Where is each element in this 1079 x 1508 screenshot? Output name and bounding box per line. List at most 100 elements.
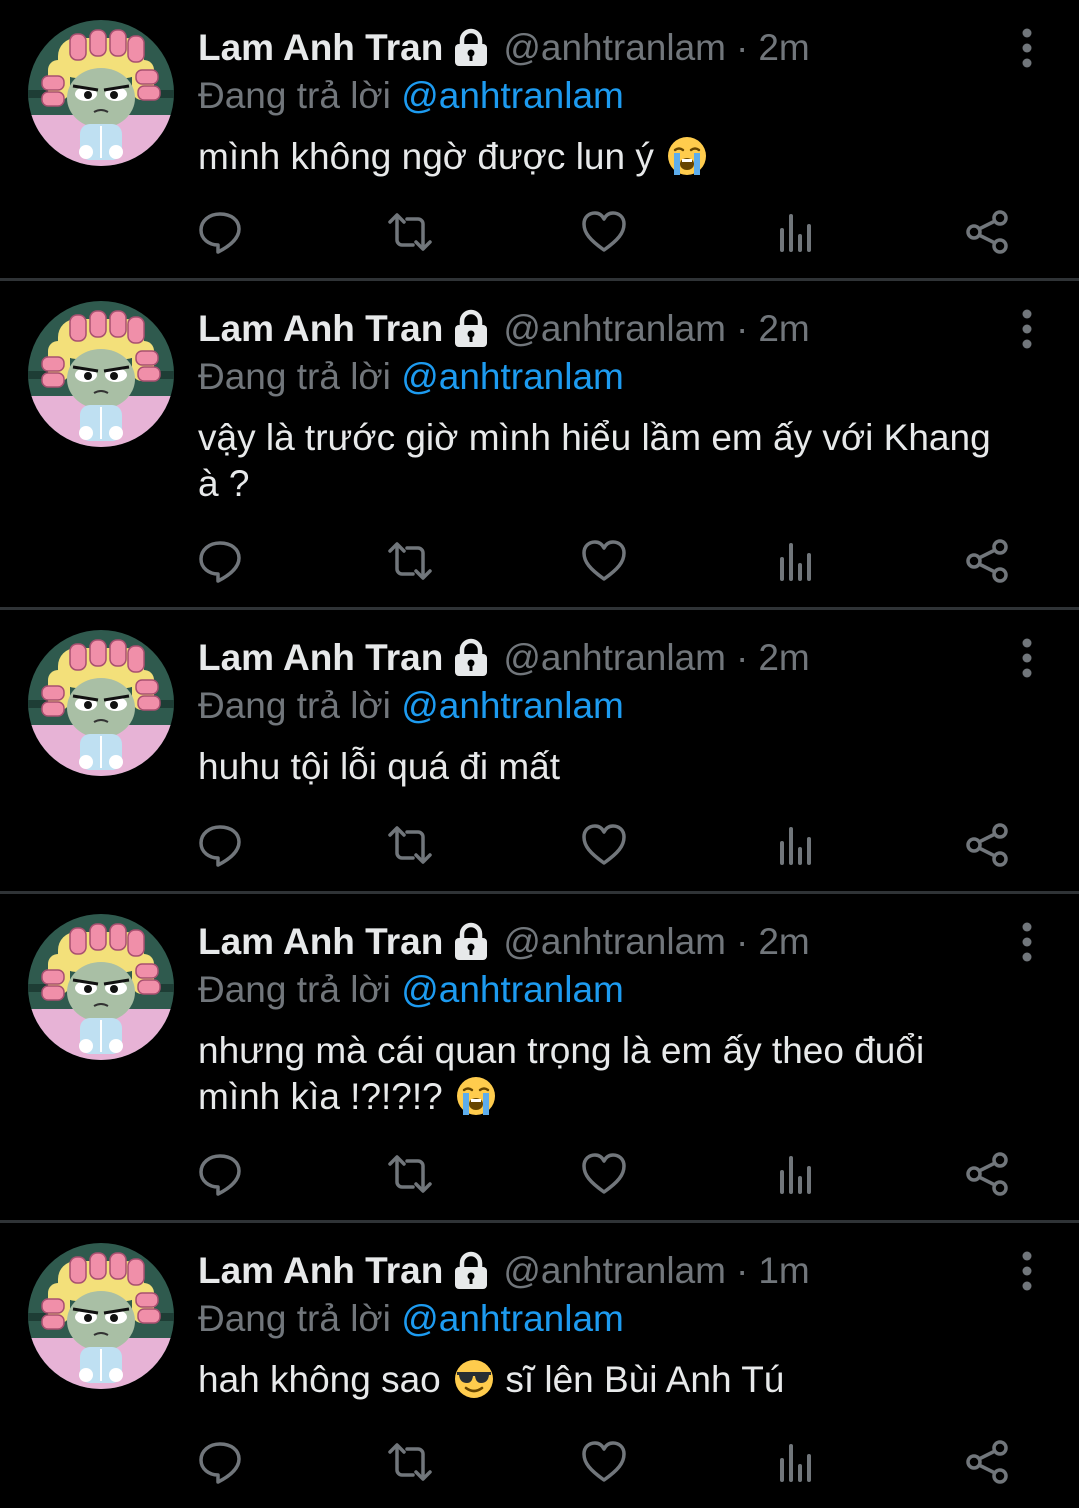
- tweet-text-before: hah không sao: [198, 1359, 452, 1400]
- more-vertical-icon[interactable]: [1021, 1251, 1033, 1291]
- avatar[interactable]: [28, 630, 174, 776]
- mention-link[interactable]: @anhtranlam: [401, 685, 624, 726]
- loudly-crying-face-emoji-icon: [666, 135, 708, 177]
- timestamp[interactable]: 1m: [758, 1250, 809, 1292]
- user-handle[interactable]: @anhtranlam: [503, 308, 726, 350]
- analytics-icon[interactable]: [772, 537, 820, 585]
- tweet-header: Lam Anh Tran @anhtranlam · 2m: [198, 634, 1039, 682]
- timestamp[interactable]: 2m: [758, 637, 809, 679]
- mention-link[interactable]: @anhtranlam: [401, 969, 624, 1010]
- avatar[interactable]: [28, 20, 174, 166]
- tweet-text-body: mình không ngờ được lun ý: [198, 136, 665, 177]
- tweet[interactable]: Lam Anh Tran @anhtranlam · 2m Đang trả l…: [0, 894, 1079, 1223]
- mention-link[interactable]: @anhtranlam: [401, 75, 624, 116]
- action-bar: [196, 1150, 1013, 1198]
- reply-icon[interactable]: [196, 537, 244, 585]
- lock-icon: [451, 309, 491, 349]
- separator-dot: ·: [736, 308, 749, 349]
- tweet-text-body: vậy là trước giờ mình hiểu lầm em ấy với…: [198, 417, 991, 504]
- user-handle[interactable]: @anhtranlam: [503, 921, 726, 963]
- mention-link[interactable]: @anhtranlam: [401, 1298, 624, 1339]
- reply-icon[interactable]: [196, 1150, 244, 1198]
- tweet-content: Lam Anh Tran @anhtranlam · 2m Đang trả l…: [198, 634, 1039, 790]
- tweet[interactable]: Lam Anh Tran @anhtranlam · 1m Đang trả l…: [0, 1223, 1079, 1508]
- tweet-header: Lam Anh Tran @anhtranlam · 2m: [198, 918, 1039, 966]
- action-bar: [196, 821, 1013, 869]
- share-icon[interactable]: [964, 208, 1012, 256]
- more-vertical-icon[interactable]: [1021, 28, 1033, 68]
- avatar[interactable]: [28, 301, 174, 447]
- user-handle[interactable]: @anhtranlam: [503, 1250, 726, 1292]
- reply-icon[interactable]: [196, 1438, 244, 1486]
- display-name[interactable]: Lam Anh Tran: [198, 921, 443, 963]
- share-icon[interactable]: [964, 537, 1012, 585]
- replying-prefix: Đang trả lời: [198, 969, 402, 1010]
- tweet[interactable]: Lam Anh Tran @anhtranlam · 2m Đang trả l…: [0, 610, 1079, 894]
- retweet-icon[interactable]: [386, 821, 434, 869]
- tweet-text-body: nhưng mà cái quan trọng là em ấy theo đu…: [198, 1030, 925, 1117]
- share-icon[interactable]: [964, 1150, 1012, 1198]
- heart-icon[interactable]: [580, 537, 628, 585]
- replying-prefix: Đang trả lời: [198, 75, 402, 116]
- tweet-text: huhu tội lỗi quá đi mất: [198, 744, 1039, 790]
- tweet-content: Lam Anh Tran @anhtranlam · 2m Đang trả l…: [198, 918, 1039, 1120]
- tweet-text-body: huhu tội lỗi quá đi mất: [198, 746, 561, 787]
- tweet[interactable]: Lam Anh Tran @anhtranlam · 2m Đang trả l…: [0, 281, 1079, 610]
- timestamp[interactable]: 2m: [758, 27, 809, 69]
- tweet-content: Lam Anh Tran @anhtranlam · 1m Đang trả l…: [198, 1247, 1039, 1403]
- retweet-icon[interactable]: [386, 1438, 434, 1486]
- analytics-icon[interactable]: [772, 821, 820, 869]
- analytics-icon[interactable]: [772, 1438, 820, 1486]
- analytics-icon[interactable]: [772, 1150, 820, 1198]
- separator-dot: ·: [736, 637, 749, 678]
- tweet-text: mình không ngờ được lun ý: [198, 134, 1039, 180]
- heart-icon[interactable]: [580, 208, 628, 256]
- replying-to: Đang trả lời @anhtranlam: [198, 682, 1039, 730]
- retweet-icon[interactable]: [386, 537, 434, 585]
- user-handle[interactable]: @anhtranlam: [503, 27, 726, 69]
- display-name[interactable]: Lam Anh Tran: [198, 637, 443, 679]
- replying-prefix: Đang trả lời: [198, 356, 402, 397]
- retweet-icon[interactable]: [386, 1150, 434, 1198]
- reply-icon[interactable]: [196, 208, 244, 256]
- timestamp[interactable]: 2m: [758, 921, 809, 963]
- replying-to: Đang trả lời @anhtranlam: [198, 72, 1039, 120]
- tweet-content: Lam Anh Tran @anhtranlam · 2m Đang trả l…: [198, 305, 1039, 507]
- heart-icon[interactable]: [580, 1150, 628, 1198]
- separator-dot: ·: [736, 921, 749, 962]
- share-icon[interactable]: [964, 1438, 1012, 1486]
- action-bar: [196, 208, 1013, 256]
- action-bar: [196, 537, 1013, 585]
- share-icon[interactable]: [964, 821, 1012, 869]
- more-vertical-icon[interactable]: [1021, 309, 1033, 349]
- tweet[interactable]: Lam Anh Tran @anhtranlam · 2m Đang trả l…: [0, 0, 1079, 281]
- lock-icon: [451, 638, 491, 678]
- user-handle[interactable]: @anhtranlam: [503, 637, 726, 679]
- tweet-text: hah không sao sĩ lên Bùi Anh Tú: [198, 1357, 1039, 1403]
- timestamp[interactable]: 2m: [758, 308, 809, 350]
- lock-icon: [451, 1251, 491, 1291]
- tweet-text: vậy là trước giờ mình hiểu lầm em ấy với…: [198, 415, 1039, 507]
- lock-icon: [451, 922, 491, 962]
- avatar[interactable]: [28, 1243, 174, 1389]
- tweet-feed: Lam Anh Tran @anhtranlam · 2m Đang trả l…: [0, 0, 1079, 1508]
- replying-to: Đang trả lời @anhtranlam: [198, 966, 1039, 1014]
- display-name[interactable]: Lam Anh Tran: [198, 1250, 443, 1292]
- display-name[interactable]: Lam Anh Tran: [198, 308, 443, 350]
- reply-icon[interactable]: [196, 821, 244, 869]
- retweet-icon[interactable]: [386, 208, 434, 256]
- avatar[interactable]: [28, 914, 174, 1060]
- smiling-face-with-sunglasses-emoji-icon: [453, 1358, 495, 1400]
- more-vertical-icon[interactable]: [1021, 638, 1033, 678]
- heart-icon[interactable]: [580, 821, 628, 869]
- loudly-crying-face-emoji-icon: [455, 1075, 497, 1117]
- display-name[interactable]: Lam Anh Tran: [198, 27, 443, 69]
- tweet-header: Lam Anh Tran @anhtranlam · 2m: [198, 305, 1039, 353]
- more-vertical-icon[interactable]: [1021, 922, 1033, 962]
- tweet-text-after: sĩ lên Bùi Anh Tú: [495, 1359, 785, 1400]
- replying-prefix: Đang trả lời: [198, 1298, 402, 1339]
- mention-link[interactable]: @anhtranlam: [401, 356, 624, 397]
- analytics-icon[interactable]: [772, 208, 820, 256]
- replying-to: Đang trả lời @anhtranlam: [198, 353, 1039, 401]
- heart-icon[interactable]: [580, 1438, 628, 1486]
